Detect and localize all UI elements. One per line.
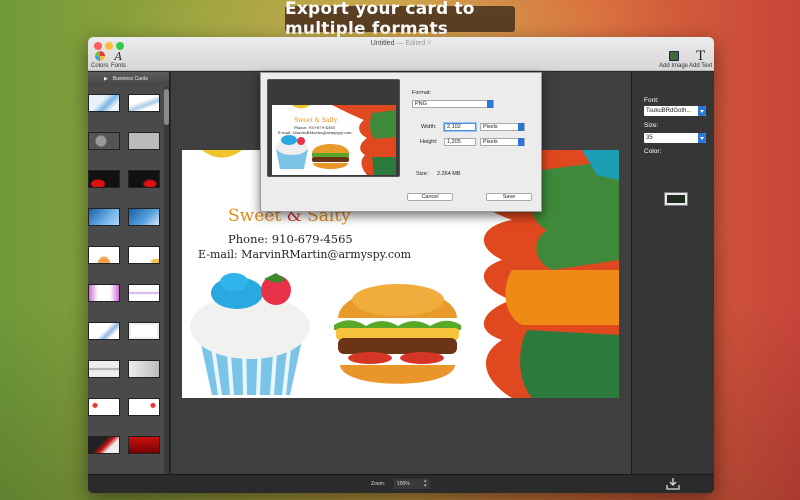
- dropdown-arrow-icon: [698, 106, 706, 116]
- zoom-label: Zoom:: [371, 481, 386, 487]
- edited-indicator[interactable]: — Edited ˅: [396, 40, 431, 47]
- bottom-toolbar: Zoom: 100% ▴ ▾: [88, 474, 714, 493]
- sidebar-scrollbar[interactable]: [164, 87, 169, 474]
- template-thumbnail[interactable]: [128, 208, 160, 226]
- export-download-icon[interactable]: [666, 478, 680, 490]
- document-name: Untitled: [370, 40, 395, 47]
- card-phone-text[interactable]: Phone: 910-679-4565: [228, 232, 353, 246]
- template-thumbnail[interactable]: [128, 132, 160, 150]
- template-thumbnail[interactable]: [88, 436, 120, 454]
- add-text-label: Add Text: [689, 63, 713, 69]
- template-sidebar: ▶ Business Cards: [88, 72, 170, 474]
- colors-icon: [94, 50, 105, 62]
- template-thumbnail[interactable]: [88, 398, 120, 416]
- width-unit-value: Pixels: [483, 124, 498, 130]
- template-thumbnail[interactable]: [128, 322, 160, 340]
- format-value: PNG: [415, 101, 427, 107]
- size-value: 2.264 MB: [437, 171, 461, 177]
- template-thumbnail[interactable]: [128, 170, 160, 188]
- titlebar: Untitled — Edited ˅ Colors A Fonts Add I…: [88, 37, 714, 71]
- export-preview: Sweet & Salty Phone: 910-679-4565 E-mail…: [267, 79, 400, 177]
- burger-image[interactable]: [330, 270, 465, 395]
- add-image-label: Add Image: [659, 63, 689, 69]
- preview-splash-graphic: [276, 105, 396, 175]
- fonts-icon: A: [114, 49, 123, 63]
- size-value: 35: [646, 135, 653, 141]
- app-window: Untitled — Edited ˅ Colors A Fonts Add I…: [88, 37, 714, 493]
- save-button[interactable]: Save: [486, 193, 532, 201]
- text-icon: T: [696, 48, 705, 64]
- dropdown-arrow-icon: [518, 138, 524, 146]
- add-image-button[interactable]: Add Image: [659, 50, 688, 69]
- height-field[interactable]: 1,205: [444, 138, 476, 146]
- inspector-panel: Font: TsukuBRdGoth... Size: 35 Color:: [631, 72, 714, 474]
- font-label: Font:: [644, 97, 659, 104]
- fonts-button[interactable]: A Fonts: [111, 49, 127, 70]
- cupcake-image[interactable]: [182, 265, 317, 398]
- template-thumbnail[interactable]: [88, 132, 120, 150]
- width-unit-select[interactable]: Pixels: [480, 123, 525, 131]
- template-thumbnail[interactable]: [88, 208, 120, 226]
- size-select[interactable]: 35: [644, 133, 706, 143]
- template-thumbnail[interactable]: [128, 398, 160, 416]
- height-unit-select[interactable]: Pixels: [480, 138, 525, 146]
- height-unit-value: Pixels: [483, 139, 498, 145]
- dropdown-arrow-icon: [698, 133, 706, 143]
- template-thumbnail[interactable]: [88, 94, 120, 112]
- template-thumbnail[interactable]: [88, 360, 120, 378]
- add-text-button[interactable]: T Add Text: [689, 48, 713, 70]
- width-label: Width:: [421, 124, 437, 130]
- preview-card-title: Sweet & Salty: [294, 117, 338, 124]
- template-thumbnail[interactable]: [88, 170, 120, 188]
- export-sheet: Sweet & Salty Phone: 910-679-4565 E-mail…: [260, 72, 542, 212]
- text-color-well[interactable]: [664, 192, 688, 206]
- image-icon: [668, 50, 679, 62]
- format-select[interactable]: PNG: [412, 100, 494, 108]
- sidebar-scroll-thumb[interactable]: [164, 89, 169, 125]
- dropdown-arrow-icon: [487, 100, 493, 108]
- template-thumbnail[interactable]: [128, 360, 160, 378]
- card-email-text[interactable]: E-mail: MarvinRMartin@armyspy.com: [198, 248, 411, 261]
- format-label: Format:: [412, 90, 431, 96]
- color-label: Color:: [644, 148, 662, 155]
- font-value: TsukuBRdGoth...: [646, 108, 692, 114]
- dropdown-arrow-icon: [518, 123, 524, 131]
- preview-card-email: E-mail: MarvinRMartin@armyspy.com: [278, 130, 352, 135]
- size-label: Size:: [416, 171, 429, 177]
- template-grid: [88, 87, 164, 474]
- template-thumbnail[interactable]: [128, 94, 160, 112]
- height-label: Height:: [420, 139, 438, 145]
- preview-card: Sweet & Salty Phone: 910-679-4565 E-mail…: [272, 105, 396, 175]
- template-thumbnail[interactable]: [128, 284, 160, 302]
- template-thumbnail[interactable]: [88, 246, 120, 264]
- template-thumbnail[interactable]: [128, 246, 160, 264]
- fonts-label: Fonts: [111, 63, 127, 69]
- colors-label: Colors: [91, 63, 109, 69]
- promo-headline: Export your card to multiple formats: [285, 0, 515, 39]
- template-thumbnail[interactable]: [88, 322, 120, 340]
- size-label: Size:: [644, 122, 659, 129]
- font-select[interactable]: TsukuBRdGoth...: [644, 106, 706, 116]
- sidebar-group-label: Business Cards: [112, 75, 148, 82]
- colors-button[interactable]: Colors: [91, 50, 108, 69]
- template-thumbnail[interactable]: [128, 436, 160, 454]
- disclosure-triangle-icon: ▶: [104, 75, 108, 82]
- sidebar-group-business-cards[interactable]: ▶ Business Cards: [88, 72, 169, 85]
- cancel-button[interactable]: Cancel: [407, 193, 453, 201]
- zoom-stepper-icon[interactable]: ▴ ▾: [424, 479, 427, 489]
- width-field[interactable]: 2,102: [444, 123, 476, 131]
- template-thumbnail[interactable]: [88, 284, 120, 302]
- window-title: Untitled — Edited ˅: [88, 40, 714, 47]
